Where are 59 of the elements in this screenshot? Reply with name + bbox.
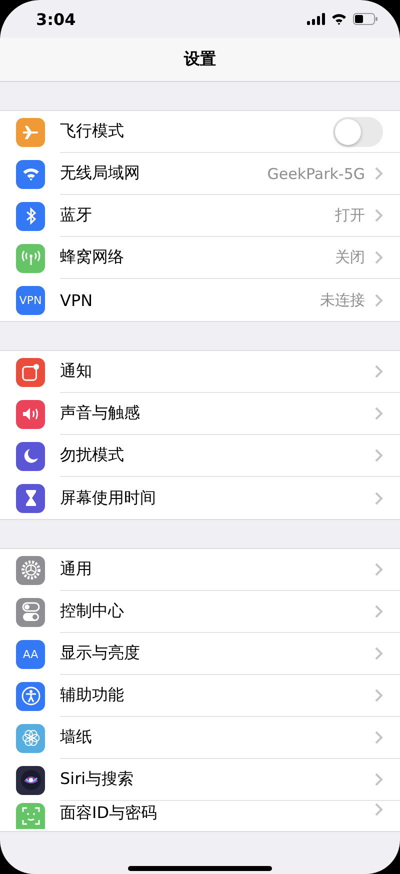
chevron-icon [375,689,383,702]
battery-icon [353,13,378,25]
chevron-icon [375,209,383,222]
chevron-icon [375,294,383,306]
chevron-icon [375,563,383,576]
row-label: VPN [60,290,94,310]
chevron-icon [375,167,383,180]
chevron-icon [375,803,383,816]
row-label: 通用 [60,559,93,580]
settings-row[interactable]: 无线局域网 GeekPark-5G [0,153,400,195]
vpn-icon: VPN [16,286,45,314]
row-label: 面容ID与密码 [60,803,158,824]
row-value: GeekPark-5G [267,164,365,182]
settings-row[interactable]: 通用 [0,549,400,591]
row-value: 未连接 [320,290,365,310]
settings-row[interactable]: AA 显示与亮度 [0,633,400,675]
settings-row[interactable]: 通知 [0,351,400,393]
settings-row[interactable]: 蜂窝网络 关闭 [0,237,400,279]
row-label: 墙纸 [60,727,93,748]
settings-row[interactable]: 勿扰模式 [0,435,400,477]
settings-row[interactable]: 声音与触感 [0,393,400,435]
settings-row[interactable]: 墙纸 [0,717,400,759]
chevron-icon [375,731,383,744]
status-time: 3:04 [36,10,76,28]
chevron-icon [375,365,383,378]
row-value: 打开 [335,206,365,225]
settings-row[interactable]: 屏幕使用时间 [0,477,400,519]
chevron-icon [375,449,383,462]
settings-row[interactable]: VPN VPN 未连接 [0,279,400,321]
chevron-icon [375,251,383,264]
settings-row[interactable]: 蓝牙 打开 [0,195,400,237]
row-label: 勿扰模式 [60,445,125,466]
chevron-icon [375,605,383,618]
settings-row[interactable]: 辅助功能 [0,675,400,717]
settings-row[interactable]: Siri与搜索 [0,759,400,801]
row-label: 通知 [60,361,93,382]
row-label: 屏幕使用时间 [60,488,157,508]
chevron-icon [375,773,383,786]
settings-row[interactable]: 控制中心 [0,591,400,633]
settings-row[interactable]: 面容ID与密码 [0,801,400,831]
row-label: 辅助功能 [60,685,125,706]
toggle-switch[interactable] [333,116,383,146]
row-label: 控制中心 [60,601,125,622]
row-label: 无线局域网 [60,163,141,184]
chevron-icon [375,407,383,420]
row-label: 声音与触感 [60,403,141,424]
row-label: 显示与亮度 [60,643,141,664]
page-title: 设置 [184,49,216,70]
row-label: 飞行模式 [60,121,125,142]
row-label: 蜂窝网络 [60,247,125,268]
settings-row[interactable]: 飞行模式 [0,111,400,153]
signal-icon [307,13,325,25]
row-label: Siri与搜索 [60,769,135,790]
row-label: 蓝牙 [60,205,93,226]
text-icon: AA [16,640,45,668]
row-value: 关闭 [335,248,365,267]
chevron-icon [375,492,383,504]
chevron-icon [375,647,383,660]
wifi-icon [331,13,347,25]
